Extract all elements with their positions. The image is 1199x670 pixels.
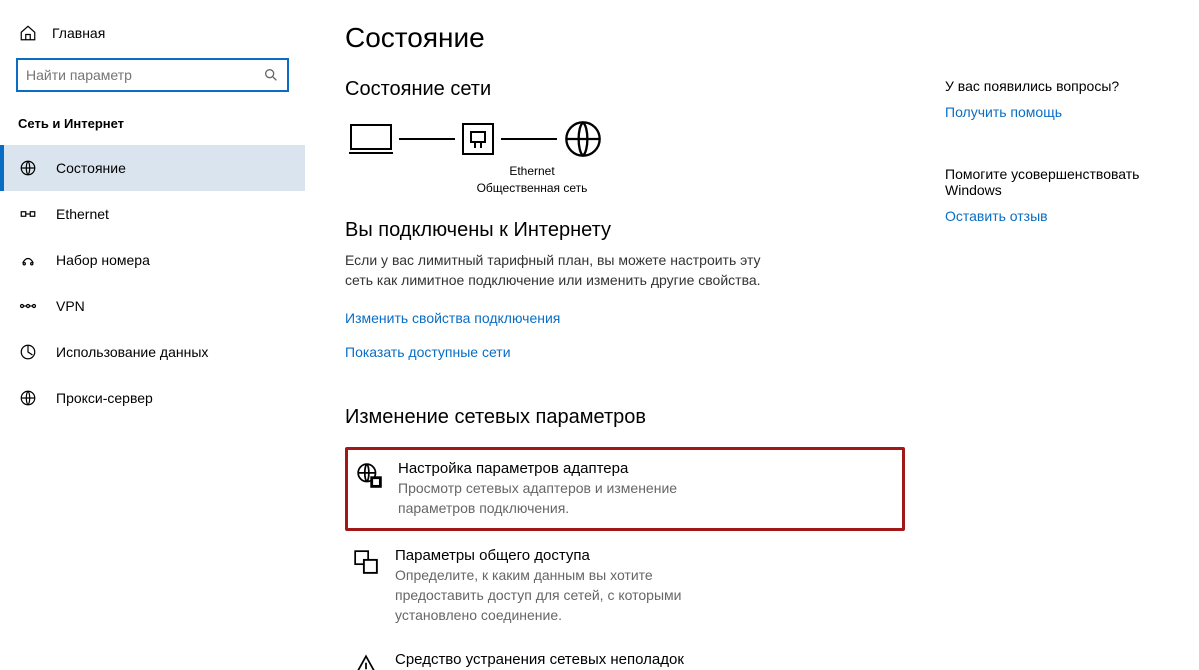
globe-icon (18, 159, 38, 177)
main-content: Состояние Состояние сети Ethernet Общест… (305, 0, 1199, 670)
connection-line (501, 138, 557, 140)
option-adapter-settings[interactable]: Настройка параметров адаптера Просмотр с… (345, 447, 905, 531)
page-title: Состояние (345, 22, 1179, 54)
nav-label: Состояние (56, 160, 126, 176)
option-sharing-settings[interactable]: Параметры общего доступа Определите, к к… (345, 537, 905, 635)
search-icon (263, 67, 279, 83)
pc-icon (349, 121, 393, 157)
option-title: Средство устранения сетевых неполадок (395, 651, 684, 668)
aside-panel: У вас появились вопросы? Получить помощь… (945, 78, 1179, 670)
sidebar-item-status[interactable]: Состояние (0, 145, 305, 191)
aside-improve: Помогите усовершенствовать Windows (945, 166, 1179, 198)
option-title: Параметры общего доступа (395, 547, 725, 564)
connected-text: Если у вас лимитный тарифный план, вы мо… (345, 250, 765, 291)
globe-large-icon (563, 119, 603, 159)
diagram-subtitle: Общественная сеть (467, 180, 597, 197)
connected-heading: Вы подключены к Интернету (345, 219, 905, 242)
sidebar-item-usage[interactable]: Использование данных (0, 329, 305, 375)
proxy-icon (18, 389, 38, 407)
home-label: Главная (52, 25, 105, 41)
ethernet-icon (18, 205, 38, 223)
sidebar: Главная Сеть и Интернет Состояние Ethern… (0, 0, 305, 670)
adapter-icon (356, 460, 382, 488)
option-desc: Определите, к каким данным вы хотите пре… (395, 566, 725, 625)
nav-label: Ethernet (56, 206, 109, 222)
dialup-icon (18, 251, 38, 269)
option-troubleshooter[interactable]: Средство устранения сетевых неполадок Ди… (345, 641, 905, 670)
link-get-help[interactable]: Получить помощь (945, 104, 1179, 120)
search-box[interactable] (16, 58, 289, 92)
home-icon (18, 24, 38, 42)
sidebar-item-vpn[interactable]: VPN (0, 283, 305, 329)
nav-label: VPN (56, 298, 85, 314)
network-status-heading: Состояние сети (345, 78, 905, 101)
option-desc: Просмотр сетевых адаптеров и изменение п… (398, 479, 728, 518)
sharing-icon (353, 547, 379, 575)
nav-label: Использование данных (56, 344, 208, 360)
diagram-name: Ethernet (467, 163, 597, 180)
usage-icon (18, 343, 38, 361)
sidebar-item-proxy[interactable]: Прокси-сервер (0, 375, 305, 421)
network-diagram (345, 119, 905, 159)
sidebar-item-ethernet[interactable]: Ethernet (0, 191, 305, 237)
option-title: Настройка параметров адаптера (398, 460, 728, 477)
diagram-labels: Ethernet Общественная сеть (467, 163, 597, 197)
link-show-available-networks[interactable]: Показать доступные сети (345, 344, 511, 360)
nav-label: Набор номера (56, 252, 150, 268)
vpn-icon (18, 299, 38, 313)
category-header: Сеть и Интернет (0, 116, 305, 145)
link-change-connection-props[interactable]: Изменить свойства подключения (345, 310, 560, 326)
search-input[interactable] (26, 67, 263, 83)
aside-questions: У вас появились вопросы? (945, 78, 1179, 94)
link-feedback[interactable]: Оставить отзыв (945, 208, 1179, 224)
connection-line (399, 138, 455, 140)
home-link[interactable]: Главная (0, 18, 305, 58)
ethernet-port-icon (461, 122, 495, 156)
nav-label: Прокси-сервер (56, 390, 153, 406)
change-params-heading: Изменение сетевых параметров (345, 406, 905, 429)
sidebar-item-dialup[interactable]: Набор номера (0, 237, 305, 283)
warning-icon (353, 651, 379, 670)
